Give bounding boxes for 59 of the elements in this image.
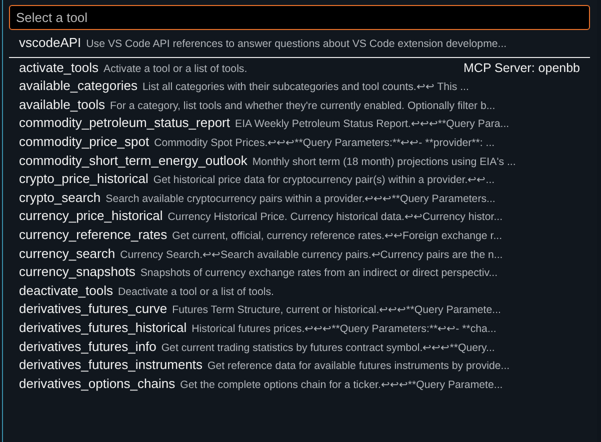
tool-item[interactable]: activate_tools Activate a tool or a list of tools. MCP Server: openbb (9, 60, 590, 78)
search-field[interactable]: Select a tool (9, 5, 590, 30)
tool-description: For a category, list tools and whether they're currently enabled. Optionally filter b... (110, 100, 496, 112)
tool-name: commodity_price_spot (19, 134, 150, 149)
tool-item[interactable]: currency_reference_rates Get current, official, currency reference rates.↩↩Foreign exchange r... (9, 226, 590, 246)
tool-description: Snapshots of currency exchange rates from an indirect or direct perspectiv... (140, 267, 498, 280)
tool-item[interactable]: crypto_price_historical Get historical price data for cryptocurrency pair(s) within a provider.↩↩... (9, 171, 590, 190)
tool-description: Monthly short term (18 month) projections using EIA's ... (252, 156, 516, 168)
tool-description: Futures Term Structure, current or historical.↩↩↩**Query Paramete... (172, 303, 501, 316)
tool-name: commodity_petroleum_status_report (19, 115, 230, 130)
tool-item[interactable]: deactivate_tools Deactivate a tool or a list of tools. (9, 282, 590, 302)
tool-name: currency_reference_rates (19, 226, 168, 242)
tool-name: derivatives_futures_historical (19, 320, 187, 335)
tool-item[interactable]: derivatives_futures_info Get current trading statistics by futures contract symbol.↩↩↩**Query... (9, 338, 590, 358)
tool-description: Currency Search.↩↩Search available currency pairs.↩Currency pairs are the n... (120, 248, 503, 261)
tool-name: currency_snapshots (19, 264, 136, 280)
tool-name: deactivate_tools (19, 282, 113, 298)
tool-description: Historical futures prices.↩↩↩**Query Parameters:**↩↩- **cha... (192, 322, 496, 335)
tool-name: crypto_search (19, 190, 101, 205)
tool-name: vscodeAPI (19, 35, 82, 50)
tool-name: derivatives_futures_info (19, 338, 156, 354)
tool-name: derivatives_futures_curve (19, 301, 168, 316)
tool-item[interactable]: currency_snapshots Snapshots of currency exchange rates from an indirect or direct perspectiv... (9, 264, 590, 283)
tool-item[interactable]: commodity_price_spot Commodity Spot Prices.↩↩↩**Query Parameters:**↩↩- **provider**: ... (9, 134, 590, 153)
tool-description: Use VS Code API references to answer questions about VS Code extension developme... (86, 38, 507, 50)
tool-item[interactable]: derivatives_futures_instruments Get reference data for available futures instruments by provide... (9, 357, 590, 376)
tool-item[interactable]: derivatives_futures_curve Futures Term Structure, current or historical.↩↩↩**Query Paramete... (9, 301, 590, 320)
tool-item[interactable]: currency_search Currency Search.↩↩Search available currency pairs.↩Currency pairs are the n... (9, 246, 590, 264)
tool-description: List all categories with their subcategories and tool counts.↩↩ This ... (142, 80, 469, 94)
tool-name: activate_tools (19, 60, 98, 75)
tool-name: commodity_short_term_energy_outlook (19, 152, 248, 168)
tool-name: available_tools (19, 96, 106, 112)
tool-item[interactable]: available_categories List all categories with their subcategories and tool counts.↩↩ This ... (9, 78, 590, 97)
group-label: MCP Server: openbb (462, 60, 580, 75)
tool-name: currency_price_historical (19, 208, 163, 224)
tool-description: Get the complete options chain for a ticker.↩↩↩**Query Paramete... (180, 378, 503, 391)
tool-item[interactable]: commodity_petroleum_status_report EIA Weekly Petroleum Status Report.↩↩↩**Query Para... (9, 115, 590, 134)
tool-item[interactable]: derivatives_futures_historical Historical futures prices.↩↩↩**Query Parameters:**↩↩- **cha... (9, 320, 590, 338)
tool-description: Get current trading statistics by futures contract symbol.↩↩↩**Query... (161, 340, 495, 354)
tool-description: EIA Weekly Petroleum Status Report.↩↩↩**Query Para... (235, 117, 510, 130)
tool-name: available_categories (19, 78, 138, 94)
tool-item[interactable]: vscodeAPI Use VS Code API references to answer questions about VS Code extension developme... (9, 35, 590, 54)
tool-name: derivatives_futures_instruments (19, 357, 203, 372)
tool-item[interactable]: currency_price_historical Currency Historical Price. Currency historical data.↩↩Currency histor... (9, 208, 590, 227)
tool-name: crypto_price_historical (19, 171, 148, 186)
tool-item[interactable]: derivatives_options_chains Get the complete options chain for a ticker.↩↩↩**Query Paramete... (9, 376, 590, 394)
tool-description: Get reference data for available futures instruments by provide... (208, 360, 510, 372)
tool-item[interactable]: commodity_short_term_energy_outlook Monthly short term (18 month) projections using EIA's ... (9, 152, 590, 172)
tool-description: Get current, official, currency reference rates.↩↩Foreign exchange r... (172, 228, 502, 242)
tool-item[interactable]: crypto_search Search available cryptocurrency pairs within a provider.↩↩↩**Query Parameters... (9, 190, 590, 208)
tool-name: currency_search (19, 246, 116, 261)
tool-description: Commodity Spot Prices.↩↩↩**Query Parameters:**↩↩- **provider**: ... (154, 136, 495, 149)
tool-description: Search available cryptocurrency pairs within a provider.↩↩↩**Query Parameters... (106, 192, 496, 205)
tool-description: Activate a tool or a list of tools. (104, 62, 248, 75)
tool-description: Deactivate a tool or a list of tools. (118, 286, 274, 298)
tool-name: derivatives_options_chains (19, 376, 176, 391)
tool-item[interactable]: available_tools For a category, list tools and whether they're currently enabled. Optionally filter b... (9, 96, 590, 116)
tool-description: Currency Historical Price. Currency historical data.↩↩Currency histor... (168, 210, 503, 224)
tool-description: Get historical price data for cryptocurrency pair(s) within a provider.↩↩... (153, 173, 495, 186)
